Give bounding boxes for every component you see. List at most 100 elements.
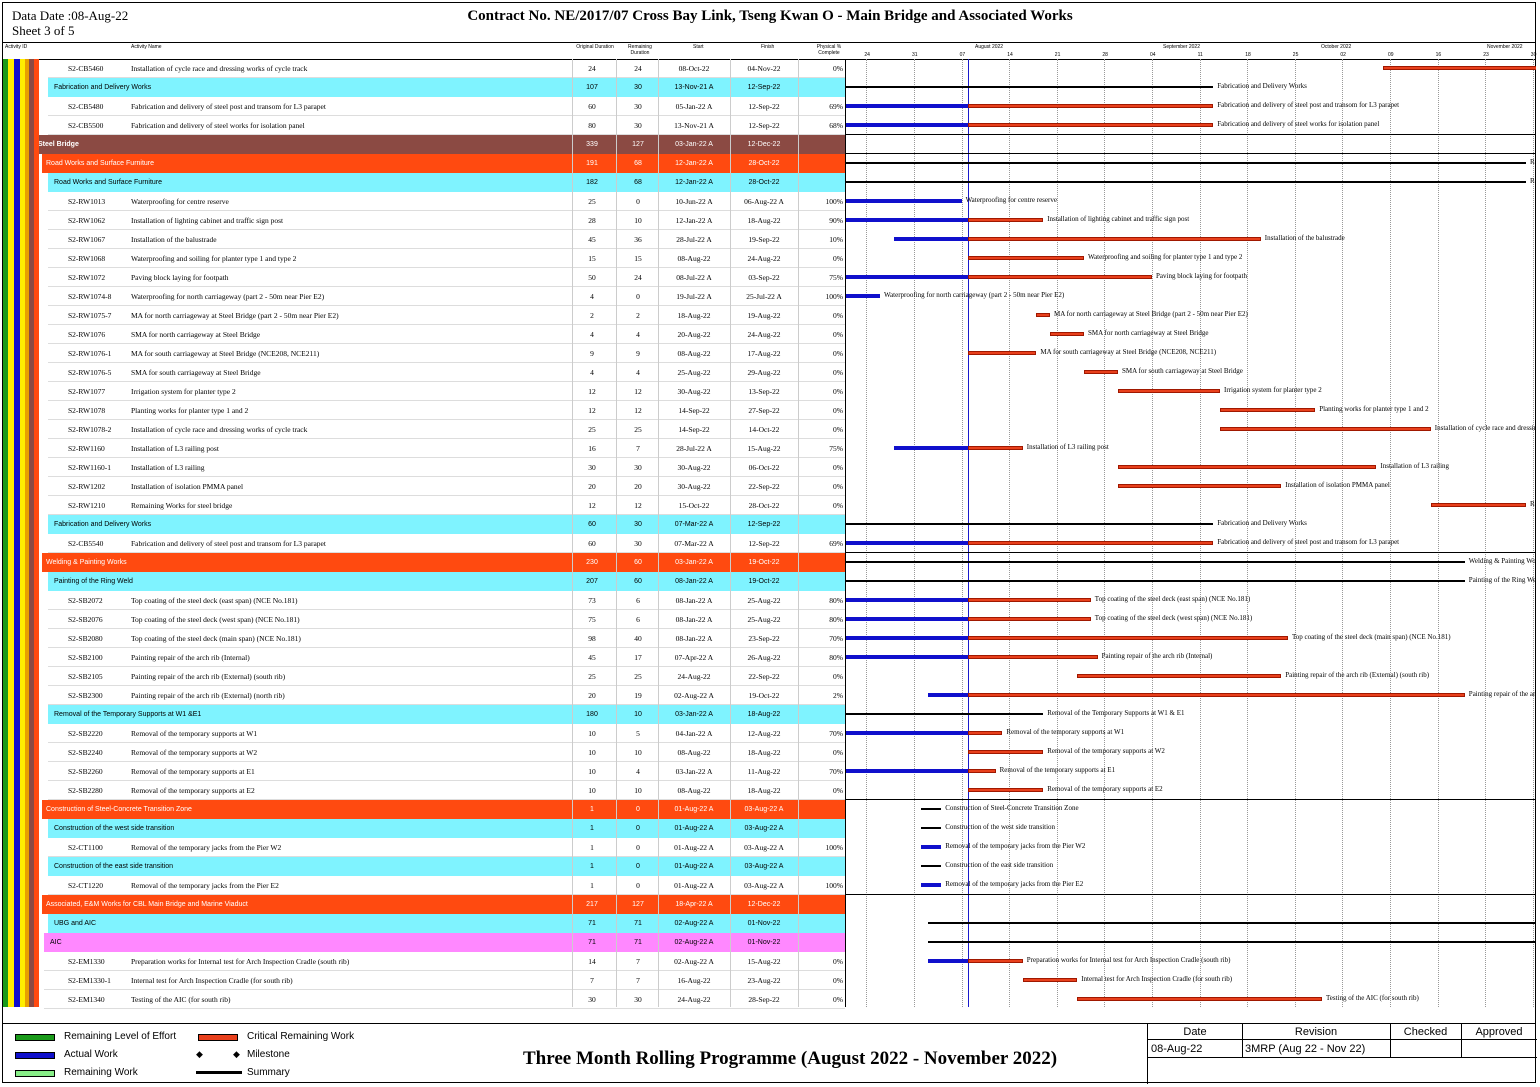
critical-remaining-bar[interactable] (1077, 997, 1322, 1001)
col-activity-id[interactable]: Activity ID (5, 44, 27, 50)
actual-work-bar[interactable] (846, 275, 969, 279)
activity-row[interactable]: S2-RW1160 Installation of L3 railing post… (48, 439, 845, 458)
actual-work-bar[interactable] (846, 655, 969, 659)
activity-row[interactable]: S2-RW1202 Installation of isolation PMMA … (48, 477, 845, 496)
summary-bar[interactable] (920, 827, 942, 829)
critical-remaining-bar[interactable] (968, 237, 1261, 241)
wbs-summary-row[interactable]: Removal of the Temporary Supports at W1 … (48, 705, 845, 724)
critical-remaining-bar[interactable] (968, 731, 1003, 735)
summary-bar[interactable] (920, 865, 942, 867)
activity-row[interactable]: S2-RW1076-5 SMA for south carriageway at … (48, 363, 845, 382)
col-activity-name[interactable]: Activity Name (131, 44, 162, 50)
wbs-summary-row[interactable]: AIC 71 71 02-Aug-22 A 01-Nov-22 (44, 933, 845, 952)
actual-work-bar[interactable] (846, 294, 880, 298)
summary-bar[interactable] (846, 580, 1465, 582)
critical-remaining-bar[interactable] (968, 959, 1023, 963)
critical-remaining-bar[interactable] (968, 446, 1023, 450)
activity-row[interactable]: S2-SB2300 Painting repair of the arch rib… (48, 686, 845, 705)
activity-row[interactable]: S2-SB2220 Removal of the temporary suppor… (48, 724, 845, 743)
activity-row[interactable]: S2-CB5460 Installation of cycle race and … (48, 59, 845, 78)
wbs-summary-row[interactable]: Fabrication and Delivery Works 107 30 13-No… (48, 78, 845, 97)
activity-row[interactable]: S2-SB2080 Top coating of the steel deck (… (48, 629, 845, 648)
critical-remaining-bar[interactable] (1220, 427, 1431, 431)
actual-work-bar[interactable] (846, 731, 969, 735)
activity-row[interactable]: S2-CB5480 Fabrication and delivery of ste… (48, 97, 845, 116)
col-physical-complete[interactable]: Physical % Complete (813, 44, 845, 56)
wbs-summary-row[interactable]: Road Works and Surface Furniture 182 68 12-… (48, 173, 845, 192)
wbs-summary-row[interactable]: Fabrication and Delivery Works 60 30 07-Mar… (48, 515, 845, 534)
activity-row[interactable]: S2-RW1074-8 Waterproofing for north carri… (48, 287, 845, 306)
actual-work-bar[interactable] (846, 123, 969, 127)
critical-remaining-bar[interactable] (1383, 66, 1536, 70)
actual-work-bar[interactable] (846, 104, 969, 108)
actual-work-bar[interactable] (893, 446, 969, 450)
critical-remaining-bar[interactable] (968, 617, 1091, 621)
critical-remaining-bar[interactable] (1118, 389, 1220, 393)
activity-row[interactable]: S2-RW1210 Remaining Works for steel bridg… (48, 496, 845, 515)
summary-bar[interactable] (846, 162, 1526, 164)
critical-remaining-bar[interactable] (968, 256, 1084, 260)
col-remaining-duration[interactable]: Remaining Duration (621, 44, 659, 56)
actual-work-bar[interactable] (846, 199, 962, 203)
summary-bar[interactable] (927, 941, 1536, 943)
activity-row[interactable]: S2-RW1013 Waterproofing for centre reserv… (48, 192, 845, 211)
actual-work-bar[interactable] (846, 617, 969, 621)
activity-row[interactable]: S2-EM1340 Testing of the AIC (for south r… (44, 990, 845, 1009)
critical-remaining-bar[interactable] (968, 750, 1044, 754)
critical-remaining-bar[interactable] (968, 351, 1037, 355)
critical-remaining-bar[interactable] (1050, 332, 1084, 336)
critical-remaining-bar[interactable] (968, 788, 1044, 792)
activity-row[interactable]: S2-RW1076 SMA for north carriageway at St… (48, 325, 845, 344)
wbs-summary-row[interactable]: Steel Bridge 339 127 03-Jan-22 A 12-Dec-22 (36, 135, 845, 154)
actual-work-bar[interactable] (920, 883, 942, 887)
wbs-summary-row[interactable]: Road Works and Surface Furniture 191 68 12-… (42, 154, 845, 173)
critical-remaining-bar[interactable] (1077, 674, 1282, 678)
critical-remaining-bar[interactable] (1220, 408, 1316, 412)
activity-row[interactable]: S2-SB2076 Top coating of the steel deck (… (48, 610, 845, 629)
summary-bar[interactable] (846, 181, 1526, 183)
critical-remaining-bar[interactable] (968, 598, 1091, 602)
actual-work-bar[interactable] (846, 218, 969, 222)
col-finish[interactable]: Finish (761, 44, 774, 50)
activity-row[interactable]: S2-CB5500 Fabrication and delivery of ste… (48, 116, 845, 135)
critical-remaining-bar[interactable] (1430, 503, 1526, 507)
wbs-summary-row[interactable]: Construction of Steel-Concrete Transitio… (42, 800, 845, 819)
activity-row[interactable]: S2-SB2100 Painting repair of the arch rib… (48, 648, 845, 667)
critical-remaining-bar[interactable] (968, 275, 1152, 279)
activity-row[interactable]: S2-RW1078 Planting works for planter type… (48, 401, 845, 420)
wbs-summary-row[interactable]: Construction of the east side transition… (48, 857, 845, 876)
activity-row[interactable]: S2-RW1160-1 Installation of L3 railing 30 3… (48, 458, 845, 477)
critical-remaining-bar[interactable] (968, 636, 1288, 640)
activity-row[interactable]: S2-SB2260 Removal of the temporary suppor… (48, 762, 845, 781)
activity-row[interactable]: S2-SB2072 Top coating of the steel deck (… (48, 591, 845, 610)
activity-row[interactable]: S2-EM1330 Preparation works for Internal … (44, 952, 845, 971)
critical-remaining-bar[interactable] (1118, 465, 1377, 469)
activity-row[interactable]: S2-RW1075-7 MA for north carriageway at S… (48, 306, 845, 325)
critical-remaining-bar[interactable] (968, 104, 1214, 108)
critical-remaining-bar[interactable] (968, 123, 1214, 127)
activity-row[interactable]: S2-CT1100 Removal of the temporary jacks … (48, 838, 845, 857)
col-start[interactable]: Start (693, 44, 704, 50)
activity-row[interactable]: S2-CB5540 Fabrication and delivery of ste… (48, 534, 845, 553)
activity-row[interactable]: S2-SB2105 Painting repair of the arch rib… (48, 667, 845, 686)
wbs-summary-row[interactable]: Painting of the Ring Weld 207 60 08-Jan-22 … (48, 572, 845, 591)
actual-work-bar[interactable] (927, 693, 969, 697)
summary-bar[interactable] (920, 808, 942, 810)
activity-row[interactable]: S2-RW1072 Paving block laying for footpat… (48, 268, 845, 287)
activity-row[interactable]: S2-RW1067 Installation of the balustrade 4… (48, 230, 845, 249)
activity-row[interactable]: S2-RW1076-1 MA for south carriageway at S… (48, 344, 845, 363)
summary-bar[interactable] (846, 713, 1044, 715)
activity-row[interactable]: S2-RW1068 Waterproofing and soiling for p… (48, 249, 845, 268)
critical-remaining-bar[interactable] (1036, 313, 1050, 317)
activity-row[interactable]: S2-RW1077 Irrigation system for planter t… (48, 382, 845, 401)
critical-remaining-bar[interactable] (1118, 484, 1282, 488)
wbs-summary-row[interactable]: Welding & Painting Works 230 60 03-Jan-22 A… (42, 553, 845, 572)
wbs-summary-row[interactable]: Construction of the west side transition… (48, 819, 845, 838)
wbs-summary-row[interactable]: Associated, E&M Works for CBL Main Bridg… (42, 895, 845, 914)
critical-remaining-bar[interactable] (968, 541, 1214, 545)
actual-work-bar[interactable] (920, 845, 942, 849)
actual-work-bar[interactable] (846, 636, 969, 640)
critical-remaining-bar[interactable] (1084, 370, 1118, 374)
activity-row[interactable]: S2-RW1062 Installation of lighting cabine… (48, 211, 845, 230)
summary-bar[interactable] (846, 561, 1465, 563)
